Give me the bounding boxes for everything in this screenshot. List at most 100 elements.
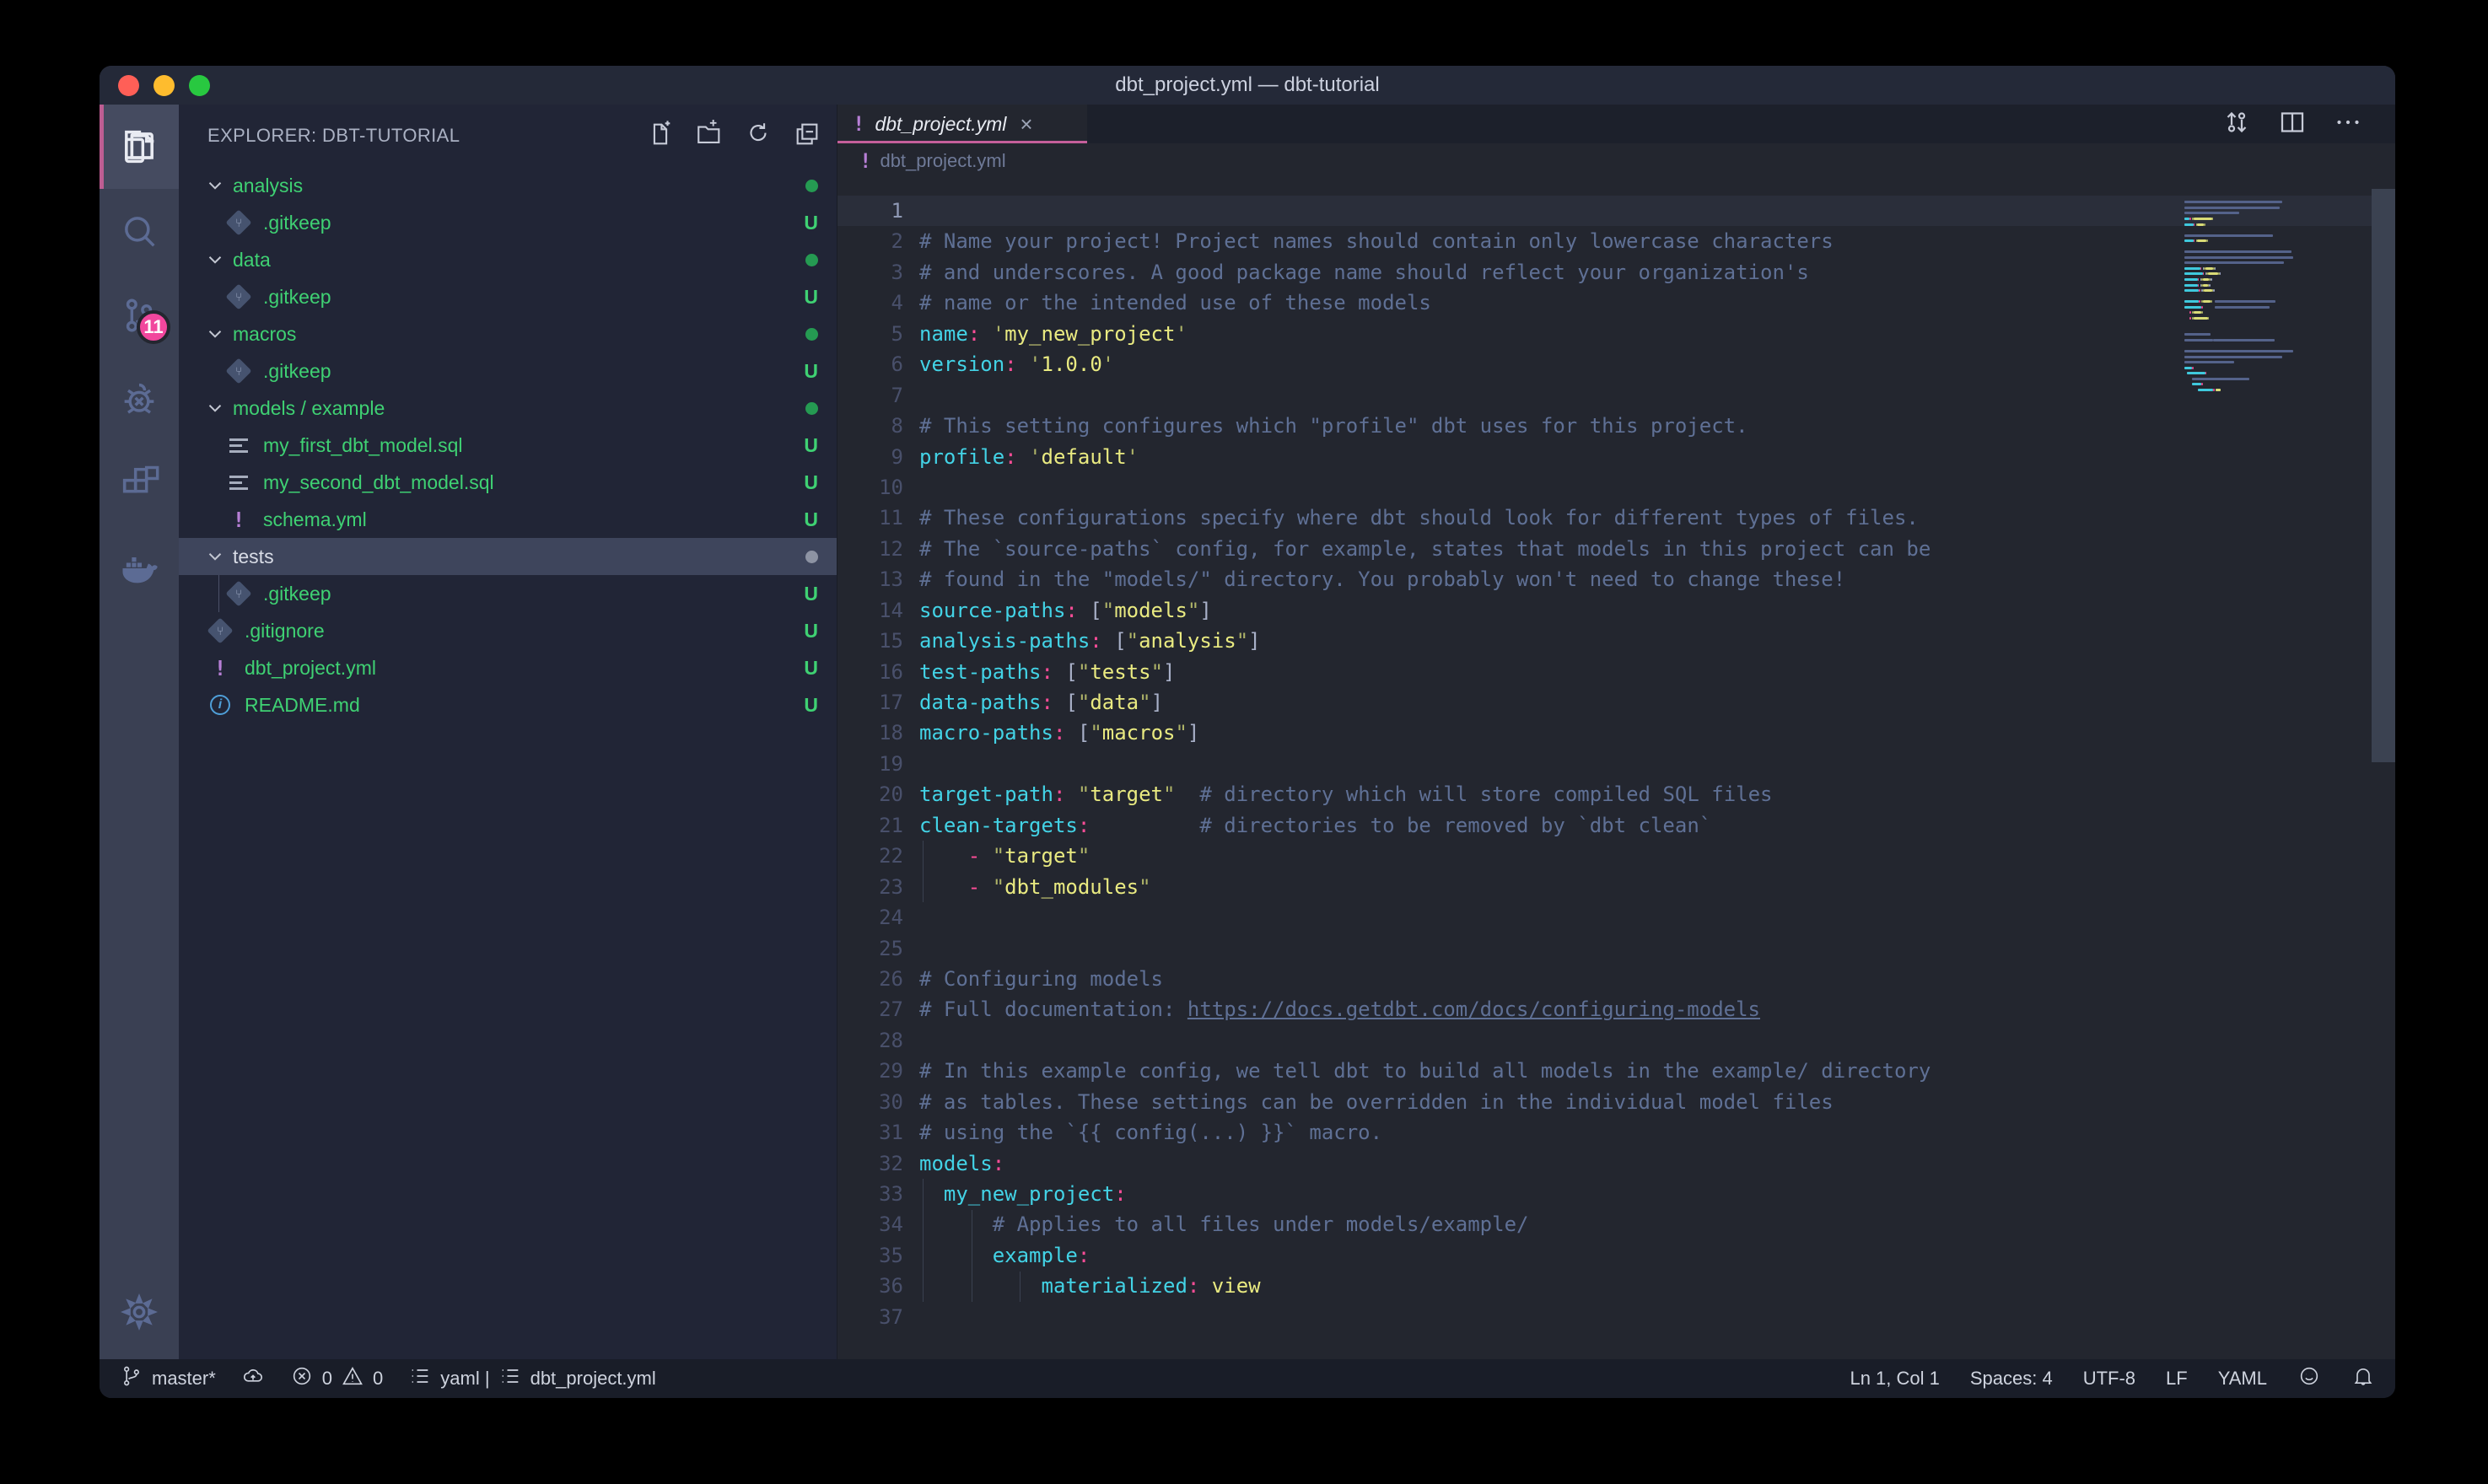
code-line-37[interactable]: 37 <box>837 1302 2395 1332</box>
tree-file--gitignore[interactable]: ⑂.gitignoreU <box>179 612 837 649</box>
code-line-29[interactable]: 29# In this example config, we tell dbt … <box>837 1056 2395 1086</box>
tree-folder-analysis[interactable]: analysis <box>179 167 837 204</box>
scrollbar-thumb[interactable] <box>2372 189 2395 762</box>
code-line-35[interactable]: 35 example: <box>837 1240 2395 1271</box>
eol-setting[interactable]: LF <box>2166 1368 2188 1390</box>
code-line-19[interactable]: 19 <box>837 749 2395 779</box>
tree-file-dbt-project-yml[interactable]: !dbt_project.ymlU <box>179 649 837 686</box>
code-line-23[interactable]: 23 - "dbt_modules" <box>837 872 2395 902</box>
code-line-12[interactable]: 12# The `source-paths` config, for examp… <box>837 534 2395 564</box>
code-line-22[interactable]: 22 - "target" <box>837 841 2395 871</box>
activity-item-explorer[interactable] <box>100 105 179 189</box>
new-folder-icon[interactable] <box>695 120 724 153</box>
activity-item-extensions[interactable] <box>100 442 179 526</box>
new-file-icon[interactable] <box>646 120 675 153</box>
tree-file-readme-md[interactable]: iREADME.mdU <box>179 686 837 723</box>
code-editor[interactable]: 12# Name your project! Project names sho… <box>837 179 2395 1359</box>
minimap[interactable] <box>2184 194 2361 398</box>
excl-icon: ! <box>226 507 251 532</box>
tree-file--gitkeep[interactable]: ⑂.gitkeepU <box>179 204 837 241</box>
code-line-26[interactable]: 26# Configuring models <box>837 964 2395 994</box>
breadcrumb[interactable]: ! dbt_project.yml <box>837 143 2395 179</box>
activity-bar: 11 <box>100 105 179 1359</box>
code-line-25[interactable]: 25 <box>837 933 2395 964</box>
code-line-9[interactable]: 9profile: 'default' <box>837 442 2395 472</box>
code-line-27[interactable]: 27# Full documentation: https://docs.get… <box>837 994 2395 1024</box>
open-changes-icon[interactable] <box>2221 107 2252 142</box>
tree-file--gitkeep[interactable]: ⑂.gitkeepU <box>179 352 837 390</box>
code-line-32[interactable]: 32models: <box>837 1148 2395 1179</box>
tree-folder-macros[interactable]: macros <box>179 315 837 352</box>
activity-item-search[interactable] <box>100 189 179 273</box>
code-line-3[interactable]: 3# and underscores. A good package name … <box>837 257 2395 288</box>
more-actions-icon[interactable] <box>2333 107 2363 142</box>
tree-folder-models-example[interactable]: models / example <box>179 390 837 427</box>
git-branch-status[interactable]: master* <box>120 1364 216 1393</box>
git-icon: ⑂ <box>226 210 251 235</box>
untracked-badge: U <box>804 694 818 717</box>
tree-file-my-second-dbt-model-sql[interactable]: my_second_dbt_model.sqlU <box>179 464 837 501</box>
line-number: 6 <box>837 349 903 379</box>
split-editor-icon[interactable] <box>2277 107 2308 142</box>
code-line-7[interactable]: 7 <box>837 380 2395 411</box>
code-line-16[interactable]: 16test-paths: ["tests"] <box>837 657 2395 687</box>
encoding-setting[interactable]: UTF-8 <box>2083 1368 2135 1390</box>
collapse-all-icon[interactable] <box>793 120 821 153</box>
code-line-30[interactable]: 30# as tables. These settings can be ove… <box>837 1087 2395 1117</box>
code-line-24[interactable]: 24 <box>837 902 2395 933</box>
code-line-21[interactable]: 21clean-targets: # directories to be rem… <box>837 810 2395 841</box>
code-line-36[interactable]: 36 materialized: view <box>837 1271 2395 1301</box>
code-line-17[interactable]: 17data-paths: ["data"] <box>837 687 2395 718</box>
indentation-setting[interactable]: Spaces: 4 <box>1970 1368 2053 1390</box>
zoom-window-button[interactable] <box>189 75 210 96</box>
code-line-18[interactable]: 18macro-paths: ["macros"] <box>837 718 2395 748</box>
code-line-5[interactable]: 5name: 'my_new_project' <box>837 319 2395 349</box>
sync-button[interactable] <box>241 1364 265 1393</box>
code-line-15[interactable]: 15analysis-paths: ["analysis"] <box>837 626 2395 656</box>
code-line-14[interactable]: 14source-paths: ["models"] <box>837 595 2395 626</box>
activity-item-debug[interactable] <box>100 358 179 442</box>
code-line-11[interactable]: 11# These configurations specify where d… <box>837 503 2395 533</box>
tree-file-my-first-dbt-model-sql[interactable]: my_first_dbt_model.sqlU <box>179 427 837 464</box>
notifications-bell-icon[interactable] <box>2351 1364 2375 1393</box>
problems-status[interactable]: 0 0 <box>290 1364 384 1393</box>
vscode-window: dbt_project.yml — dbt-tutorial 11 EXPLOR… <box>100 66 2395 1398</box>
indent-guide <box>923 841 924 902</box>
refresh-icon[interactable] <box>744 120 773 153</box>
code-line-8[interactable]: 8# This setting configures which "profil… <box>837 411 2395 441</box>
code-line-2[interactable]: 2# Name your project! Project names shou… <box>837 226 2395 256</box>
close-window-button[interactable] <box>118 75 139 96</box>
cursor-position[interactable]: Ln 1, Col 1 <box>1850 1368 1939 1390</box>
minimize-window-button[interactable] <box>153 75 175 96</box>
tree-file--gitkeep[interactable]: ⑂.gitkeepU <box>179 278 837 315</box>
tree-item-label: models / example <box>233 397 385 420</box>
tab-dbt-project-yml[interactable]: ! dbt_project.yml × <box>837 105 1087 143</box>
code-line-1[interactable]: 1 <box>837 196 2395 226</box>
yaml-warning-icon: ! <box>853 112 864 136</box>
activity-item-settings-gear[interactable] <box>100 1270 179 1354</box>
linter-status[interactable]: yaml | dbt_project.yml <box>408 1364 655 1393</box>
activity-item-docker[interactable] <box>100 526 179 610</box>
activity-item-source-control[interactable]: 11 <box>100 273 179 358</box>
code-line-33[interactable]: 33 my_new_project: <box>837 1179 2395 1209</box>
chevron-down-icon <box>204 175 226 196</box>
code-line-20[interactable]: 20target-path: "target" # directory whic… <box>837 779 2395 809</box>
code-line-10[interactable]: 10 <box>837 472 2395 503</box>
linter-file: dbt_project.yml <box>530 1368 656 1390</box>
code-line-6[interactable]: 6version: '1.0.0' <box>837 349 2395 379</box>
language-mode[interactable]: YAML <box>2218 1368 2267 1390</box>
code-line-31[interactable]: 31# using the `{{ config(...) }}` macro. <box>837 1117 2395 1148</box>
cloud-upload-icon <box>241 1364 265 1393</box>
excl-icon: ! <box>207 655 233 680</box>
untracked-badge: U <box>804 360 818 383</box>
code-line-28[interactable]: 28 <box>837 1025 2395 1056</box>
feedback-smiley-icon[interactable] <box>2297 1364 2321 1393</box>
tree-file--gitkeep[interactable]: ⑂.gitkeepU <box>179 575 837 612</box>
tree-folder-tests[interactable]: tests <box>179 538 837 575</box>
code-line-13[interactable]: 13# found in the "models/" directory. Yo… <box>837 564 2395 594</box>
code-line-4[interactable]: 4# name or the intended use of these mod… <box>837 288 2395 318</box>
close-tab-icon[interactable]: × <box>1020 111 1032 137</box>
tree-folder-data[interactable]: data <box>179 241 837 278</box>
code-line-34[interactable]: 34 # Applies to all files under models/e… <box>837 1209 2395 1239</box>
tree-file-schema-yml[interactable]: !schema.ymlU <box>179 501 837 538</box>
